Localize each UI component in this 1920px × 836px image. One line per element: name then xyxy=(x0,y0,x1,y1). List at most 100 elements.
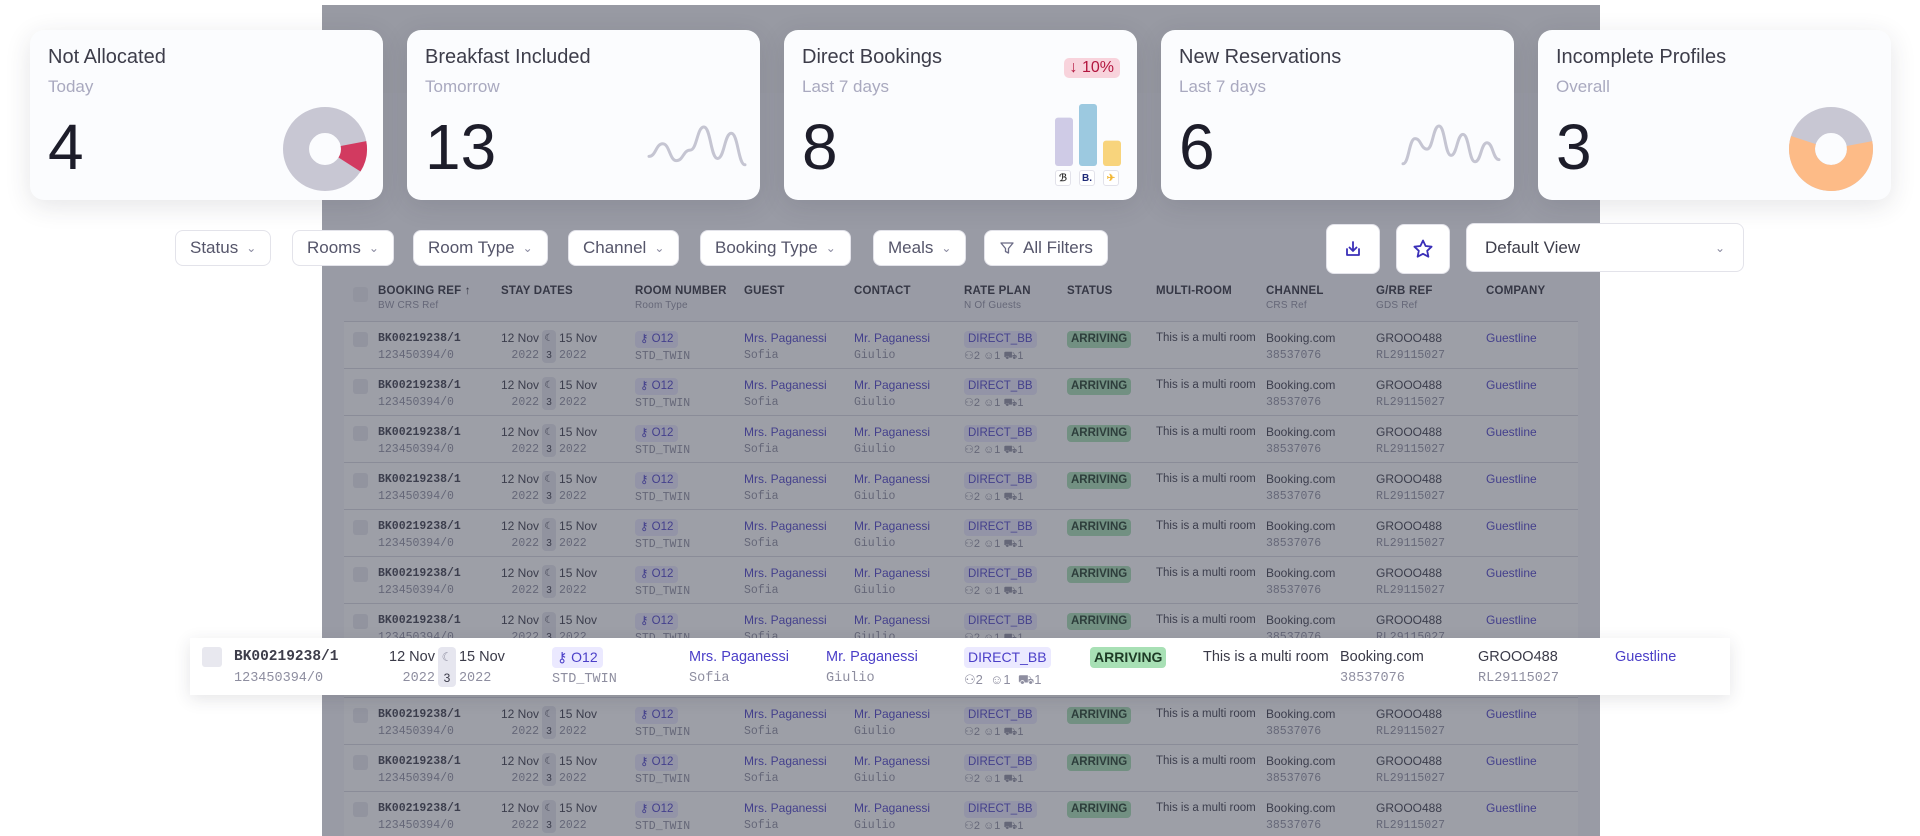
company-link[interactable]: Guestline xyxy=(1486,424,1576,441)
row-checkbox[interactable] xyxy=(353,614,368,629)
room-number-badge[interactable]: ⚷ O12 xyxy=(635,801,679,818)
table-row[interactable]: BK00219238/1123450394/0 12 Nov2022 ☾3 15… xyxy=(344,791,1578,836)
booking-ref[interactable]: BK00219238/1 xyxy=(378,565,501,582)
all-filters-button[interactable]: All Filters xyxy=(984,230,1108,266)
room-number-badge[interactable]: ⚷ O12 xyxy=(635,378,679,395)
booking-ref[interactable]: BK00219238/1 xyxy=(378,518,501,535)
guest-link[interactable]: Mrs. Paganessi xyxy=(744,424,854,441)
col-multi-room[interactable]: MULTI-ROOM xyxy=(1156,285,1266,321)
room-number-badge[interactable]: ⚷ O12 xyxy=(635,566,679,583)
booking-ref[interactable]: BK00219238/1 xyxy=(378,706,501,723)
contact-link[interactable]: Mr. Paganessi xyxy=(854,565,964,582)
contact-link[interactable]: Mr. Paganessi xyxy=(854,753,964,770)
card-new-reservations[interactable]: New Reservations Last 7 days 6 xyxy=(1161,30,1514,200)
table-row[interactable]: BK00219238/1123450394/0 12 Nov2022 ☾3 15… xyxy=(344,697,1578,744)
room-number-badge[interactable]: ⚷ O12 xyxy=(635,613,679,630)
table-row[interactable]: BK00219238/1123450394/0 12 Nov2022 ☾3 15… xyxy=(344,744,1578,791)
contact-link[interactable]: Mr. Paganessi xyxy=(854,800,964,817)
booking-ref[interactable]: BK00219238/1 xyxy=(378,612,501,629)
table-row[interactable]: BK00219238/1123450394/0 12 Nov2022 ☾3 15… xyxy=(344,368,1578,415)
booking-ref[interactable]: BK00219238/1 xyxy=(378,753,501,770)
room-number-badge[interactable]: ⚷ O12 xyxy=(635,472,679,489)
booking-ref[interactable]: BK00219238/1 xyxy=(378,377,501,394)
filter-rooms[interactable]: Rooms ⌄ xyxy=(292,230,394,266)
guest-link[interactable]: Mrs. Paganessi xyxy=(744,330,854,347)
contact-link[interactable]: Mr. Paganessi xyxy=(854,706,964,723)
col-grb-ref[interactable]: G/RB REF GDS Ref xyxy=(1376,285,1486,321)
guest-link[interactable]: Mrs. Paganessi xyxy=(744,518,854,535)
guest-link[interactable]: Mrs. Paganessi xyxy=(744,753,854,770)
company-link[interactable]: Guestline xyxy=(1486,518,1576,535)
company-link[interactable]: Guestline xyxy=(1486,471,1576,488)
col-stay-dates[interactable]: STAY DATES xyxy=(501,285,635,321)
col-guest[interactable]: GUEST xyxy=(744,285,854,321)
guest-link[interactable]: Mrs. Paganessi xyxy=(744,471,854,488)
row-checkbox[interactable] xyxy=(353,520,368,535)
col-status[interactable]: STATUS xyxy=(1067,285,1156,321)
row-checkbox[interactable] xyxy=(202,647,222,667)
table-row[interactable]: BK00219238/1123450394/0 12 Nov2022 ☾3 15… xyxy=(344,509,1578,556)
row-checkbox[interactable] xyxy=(353,379,368,394)
room-number-badge[interactable]: ⚷ O12 xyxy=(635,707,679,724)
col-company[interactable]: COMPANY xyxy=(1486,285,1576,321)
col-rate-plan[interactable]: RATE PLAN N Of Guests xyxy=(964,285,1067,321)
col-contact[interactable]: CONTACT xyxy=(854,285,964,321)
company-link[interactable]: Guestline xyxy=(1486,330,1576,347)
guest-link[interactable]: Mrs. Paganessi xyxy=(744,612,854,629)
guest-link[interactable]: Mrs. Paganessi xyxy=(744,377,854,394)
guest-link[interactable]: Mrs. Paganessi xyxy=(744,565,854,582)
filter-status[interactable]: Status ⌄ xyxy=(175,230,272,266)
booking-ref[interactable]: BK00219238/1 xyxy=(378,424,501,441)
row-checkbox[interactable] xyxy=(353,802,368,817)
filter-room-type[interactable]: Room Type ⌄ xyxy=(413,230,548,266)
contact-link[interactable]: Mr. Paganessi xyxy=(854,424,964,441)
company-link[interactable]: Guestline xyxy=(1486,612,1576,629)
table-row-highlighted[interactable]: BK00219238/1 123450394/0 12 Nov 2022 ☾ 3 15… xyxy=(190,638,1730,695)
row-checkbox[interactable] xyxy=(353,473,368,488)
table-row[interactable]: BK00219238/1123450394/0 12 Nov2022 ☾3 15… xyxy=(344,415,1578,462)
contact-link[interactable]: Mr. Paganessi xyxy=(854,612,964,629)
room-number-badge[interactable]: ⚷ O12 xyxy=(635,519,679,536)
room-number-badge[interactable]: ⚷ O12 xyxy=(635,331,679,348)
table-row[interactable]: BK00219238/1123450394/0 12 Nov2022 ☾3 15… xyxy=(344,462,1578,509)
guest-link[interactable]: Mrs. Paganessi xyxy=(689,647,826,668)
contact-link[interactable]: Mr. Paganessi xyxy=(854,471,964,488)
filter-meals[interactable]: Meals ⌄ xyxy=(873,230,967,266)
company-link[interactable]: Guestline xyxy=(1486,753,1576,770)
room-number-badge[interactable]: ⚷ O12 xyxy=(552,647,603,668)
room-number-badge[interactable]: ⚷ O12 xyxy=(635,754,679,771)
company-link[interactable]: Guestline xyxy=(1486,377,1576,394)
company-link[interactable]: Guestline xyxy=(1486,706,1576,723)
card-direct-bookings[interactable]: Direct Bookings Last 7 days ↓ 10% 8 ℬ B.… xyxy=(784,30,1137,200)
col-room-number[interactable]: ROOM NUMBER Room Type xyxy=(635,285,744,321)
col-channel[interactable]: CHANNEL CRS Ref xyxy=(1266,285,1376,321)
favourite-view-button[interactable] xyxy=(1396,224,1450,274)
filter-booking-type[interactable]: Booking Type ⌄ xyxy=(700,230,851,266)
company-link[interactable]: Guestline xyxy=(1486,800,1576,817)
contact-link[interactable]: Mr. Paganessi xyxy=(854,518,964,535)
company-link[interactable]: Guestline xyxy=(1615,647,1676,668)
table-row[interactable]: BK00219238/1123450394/0 12 Nov2022 ☾3 15… xyxy=(344,556,1578,603)
card-incomplete-profiles[interactable]: Incomplete Profiles Overall 3 xyxy=(1538,30,1891,200)
booking-ref[interactable]: BK00219238/1 xyxy=(234,647,389,668)
guest-link[interactable]: Mrs. Paganessi xyxy=(744,800,854,817)
export-button[interactable] xyxy=(1326,224,1380,274)
contact-link[interactable]: Mr. Paganessi xyxy=(854,330,964,347)
row-checkbox[interactable] xyxy=(353,426,368,441)
contact-link[interactable]: Mr. Paganessi xyxy=(826,647,964,668)
booking-ref[interactable]: BK00219238/1 xyxy=(378,800,501,817)
room-number-badge[interactable]: ⚷ O12 xyxy=(635,425,679,442)
card-breakfast-included[interactable]: Breakfast Included Tomorrow 13 xyxy=(407,30,760,200)
select-all-checkbox[interactable] xyxy=(353,287,368,302)
row-checkbox[interactable] xyxy=(353,567,368,582)
view-select[interactable]: Default View ⌄ xyxy=(1466,223,1744,272)
guest-link[interactable]: Mrs. Paganessi xyxy=(744,706,854,723)
row-checkbox[interactable] xyxy=(353,708,368,723)
contact-link[interactable]: Mr. Paganessi xyxy=(854,377,964,394)
table-row[interactable]: BK00219238/1123450394/0 12 Nov2022 ☾3 15… xyxy=(344,321,1578,368)
col-booking-ref[interactable]: BOOKING REF ↑ BW CRS Ref xyxy=(378,285,501,321)
card-not-allocated[interactable]: Not Allocated Today 4 xyxy=(30,30,383,200)
booking-ref[interactable]: BK00219238/1 xyxy=(378,471,501,488)
company-link[interactable]: Guestline xyxy=(1486,565,1576,582)
booking-ref[interactable]: BK00219238/1 xyxy=(378,330,501,347)
